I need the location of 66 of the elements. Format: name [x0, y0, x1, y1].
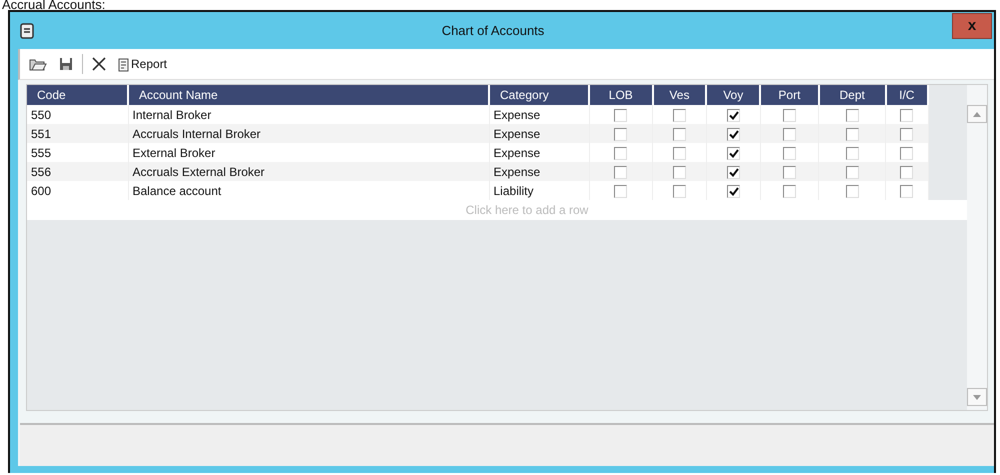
table-cell: Balance account: [128, 181, 489, 200]
column-header[interactable]: Ves: [652, 85, 706, 105]
close-button[interactable]: x: [952, 12, 992, 38]
table-cell: 551: [27, 124, 128, 143]
checkbox[interactable]: [846, 146, 859, 160]
table-cell: 550: [27, 105, 128, 124]
column-header[interactable]: Dept: [818, 85, 886, 105]
triangle-down-icon: [973, 394, 981, 400]
app-icon: [20, 22, 34, 38]
folder-icon: [29, 57, 47, 71]
checkbox[interactable]: [614, 108, 628, 122]
checkbox[interactable]: [614, 128, 628, 141]
checkbox[interactable]: [672, 108, 686, 122]
checkbox[interactable]: [726, 128, 740, 141]
table-cell: Accruals External Broker: [128, 162, 489, 181]
checkbox[interactable]: [726, 166, 740, 179]
column-header[interactable]: I/C: [886, 85, 928, 105]
checkbox[interactable]: [782, 128, 796, 141]
table-cell: External Broker: [128, 143, 489, 162]
checkbox[interactable]: [900, 146, 914, 160]
column-header[interactable]: Account Name: [128, 85, 489, 105]
table-cell: 556: [27, 162, 128, 181]
checkbox[interactable]: [672, 184, 686, 198]
column-header[interactable]: Port: [760, 85, 819, 105]
checkbox[interactable]: [614, 146, 628, 160]
window-title: Chart of Accounts: [440, 23, 546, 38]
checkbox[interactable]: [900, 108, 914, 122]
checkbox[interactable]: [846, 128, 859, 141]
checkbox[interactable]: [846, 166, 859, 179]
table-cell: Expense: [489, 105, 589, 124]
column-header[interactable]: Voy: [706, 85, 760, 105]
table-cell: Liability: [489, 181, 589, 200]
column-header[interactable]: Code: [27, 85, 128, 105]
checkbox[interactable]: [672, 128, 686, 141]
checkbox[interactable]: [782, 166, 796, 179]
scroll-up-button[interactable]: [967, 105, 987, 123]
checkbox[interactable]: [672, 146, 686, 160]
checkbox[interactable]: [726, 146, 740, 160]
table-cell: Expense: [489, 143, 589, 162]
checkbox[interactable]: [846, 108, 859, 122]
column-header[interactable]: LOB: [589, 85, 653, 105]
checkbox[interactable]: [614, 184, 628, 198]
table-cell: Expense: [489, 124, 589, 143]
scrollbar[interactable]: [967, 85, 987, 410]
checkbox[interactable]: [672, 166, 686, 179]
table-cell: Expense: [489, 162, 589, 181]
triangle-up-icon: [973, 112, 981, 116]
x-icon: [92, 57, 106, 71]
table-cell: 600: [27, 181, 128, 200]
checkbox[interactable]: [900, 166, 914, 179]
column-header[interactable]: Category: [489, 85, 589, 105]
report-button[interactable]: Report: [115, 54, 170, 74]
checkbox[interactable]: [782, 108, 796, 122]
checkbox[interactable]: [900, 184, 914, 198]
table-cell: Accruals Internal Broker: [128, 124, 489, 143]
checkbox[interactable]: [726, 108, 740, 122]
checkbox[interactable]: [614, 166, 628, 179]
table-cell: Internal Broker: [128, 105, 489, 124]
checkbox[interactable]: [846, 184, 859, 198]
checkbox[interactable]: [726, 184, 740, 198]
scroll-down-button[interactable]: [967, 388, 987, 406]
checkbox[interactable]: [900, 128, 914, 141]
document-icon: [118, 56, 130, 72]
checkbox[interactable]: [782, 184, 796, 198]
checkbox[interactable]: [782, 146, 796, 160]
table-cell: 555: [27, 143, 128, 162]
